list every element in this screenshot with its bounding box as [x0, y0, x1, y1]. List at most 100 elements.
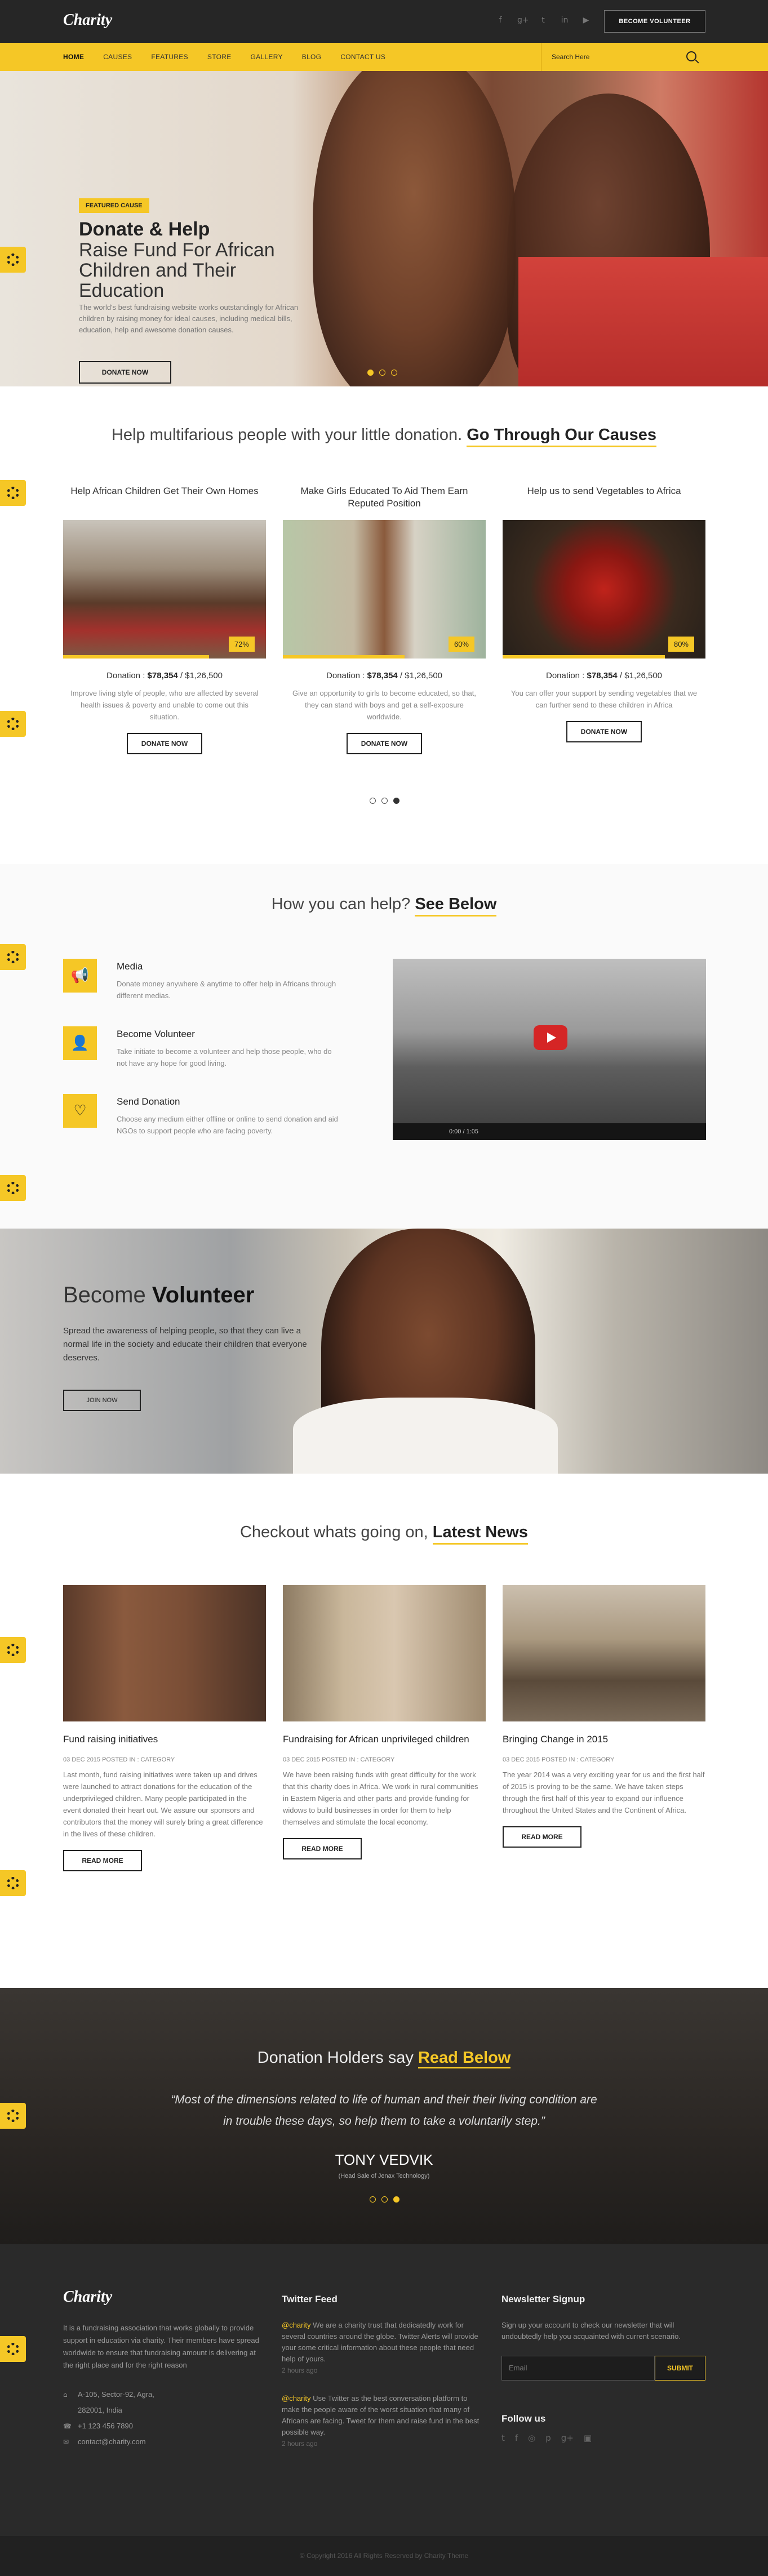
- twitter-icon[interactable]: t: [539, 16, 548, 25]
- cause-percent-badge: 80%: [668, 637, 694, 652]
- dribbble-icon[interactable]: ◎: [528, 2433, 535, 2443]
- volunteer-text: Spread the awareness of helping people, …: [63, 1326, 307, 1363]
- donation-label: Donation :: [545, 671, 587, 680]
- cause-donation: Donation : $78,354 / $1,26,500: [503, 671, 705, 680]
- help-item-title[interactable]: Become Volunteer: [117, 1029, 195, 1040]
- read-more-button[interactable]: READ MORE: [503, 1826, 581, 1848]
- read-more-button[interactable]: READ MORE: [63, 1850, 142, 1871]
- email-text[interactable]: contact@charity.com: [78, 2437, 146, 2446]
- help-item-title[interactable]: Send Donation: [117, 1096, 180, 1107]
- nav-causes[interactable]: CAUSES: [103, 53, 132, 61]
- heading-plain: Checkout whats going on,: [239, 1523, 433, 1541]
- settings-gear-icon[interactable]: [0, 944, 26, 970]
- news-meta: 03 DEC 2015 POSTED IN : CATEGORY: [283, 1756, 395, 1763]
- news-image[interactable]: [283, 1585, 486, 1721]
- search-icon[interactable]: [686, 51, 696, 61]
- linkedin-icon[interactable]: in: [560, 16, 569, 25]
- news-meta: 03 DEC 2015 POSTED IN : CATEGORY: [63, 1756, 175, 1763]
- settings-gear-icon[interactable]: [0, 1870, 26, 1896]
- cause-donate-button[interactable]: DONATE NOW: [347, 733, 422, 754]
- search-input[interactable]: Search Here: [541, 43, 705, 71]
- footer-logo[interactable]: Charity: [63, 2288, 112, 2306]
- facebook-icon[interactable]: f: [496, 16, 505, 25]
- tweet-handle[interactable]: @charity: [282, 2394, 311, 2403]
- nav-gallery[interactable]: GALLERY: [251, 53, 283, 61]
- newsletter-email-input[interactable]: Email: [501, 2356, 655, 2381]
- join-now-button[interactable]: JOIN NOW: [63, 1390, 141, 1411]
- testimonials-heading: Donation Holders say Read Below: [0, 2049, 768, 2068]
- news-text: Last month, fund raising initiatives wer…: [63, 1770, 263, 1838]
- help-section: How you can help? See Below 📢 Media Dona…: [0, 864, 768, 1229]
- cause-image[interactable]: 60%: [283, 520, 486, 659]
- nav-contact-us[interactable]: CONTACT US: [340, 53, 385, 61]
- donation-goal: / $1,26,500: [177, 671, 223, 680]
- video-controls[interactable]: 0:00 / 1:05: [393, 1123, 706, 1140]
- twitter-icon[interactable]: t: [501, 2433, 505, 2443]
- slider-dot[interactable]: [381, 2196, 388, 2203]
- cause-title[interactable]: Make Girls Educated To Aid Them Earn Rep…: [283, 485, 486, 510]
- google-plus-icon[interactable]: g+: [517, 16, 529, 25]
- footer-phone: ☎ +1 123 456 7890: [63, 2418, 176, 2434]
- slider-dot[interactable]: [370, 798, 376, 804]
- slider-dot[interactable]: [391, 370, 397, 376]
- hero-image-child-left: [313, 71, 516, 386]
- settings-gear-icon[interactable]: [0, 2103, 26, 2129]
- settings-gear-icon[interactable]: [0, 2336, 26, 2362]
- settings-gear-icon[interactable]: [0, 247, 26, 273]
- help-item-title[interactable]: Media: [117, 961, 143, 972]
- nav-home[interactable]: HOME: [63, 53, 84, 61]
- cause-percent-badge: 60%: [448, 637, 474, 652]
- hero-description: The world's best fundraising website wor…: [79, 303, 299, 334]
- cause-donate-button[interactable]: DONATE NOW: [127, 733, 202, 754]
- search-placeholder: Search Here: [552, 53, 590, 61]
- nav-store[interactable]: STORE: [207, 53, 232, 61]
- pinterest-icon[interactable]: p: [545, 2433, 551, 2443]
- cause-image[interactable]: 72%: [63, 520, 266, 659]
- nav-features[interactable]: FEATURES: [151, 53, 188, 61]
- news-heading: Checkout whats going on, Latest News: [0, 1523, 768, 1545]
- read-more-button[interactable]: READ MORE: [283, 1838, 362, 1859]
- phone-icon: ☎: [63, 2422, 72, 2430]
- hero-donate-button[interactable]: DONATE NOW: [79, 361, 171, 384]
- settings-gear-icon[interactable]: [0, 711, 26, 737]
- nav-blog[interactable]: BLOG: [302, 53, 322, 61]
- news-card: Fundraising for African unprivileged chi…: [283, 1585, 486, 1859]
- slider-dot[interactable]: [370, 2196, 376, 2203]
- news-card: Fund raising initiatives 03 DEC 2015 POS…: [63, 1585, 266, 1871]
- cause-image[interactable]: 80%: [503, 520, 705, 659]
- donation-label: Donation :: [326, 671, 367, 680]
- play-icon[interactable]: [534, 1025, 567, 1050]
- slider-dot[interactable]: [367, 370, 374, 376]
- slider-dot[interactable]: [381, 798, 388, 804]
- news-title[interactable]: Fundraising for African unprivileged chi…: [283, 1734, 486, 1745]
- google-plus-icon[interactable]: g+: [561, 2433, 574, 2443]
- slider-dot[interactable]: [379, 370, 385, 376]
- instagram-icon[interactable]: ▣: [584, 2433, 592, 2443]
- tweet-handle[interactable]: @charity: [282, 2321, 311, 2329]
- cause-donate-button[interactable]: DONATE NOW: [566, 721, 642, 742]
- video-player[interactable]: 0:00 / 1:05: [393, 959, 706, 1140]
- become-volunteer-button[interactable]: BECOME VOLUNTEER: [604, 10, 705, 33]
- news-title[interactable]: Bringing Change in 2015: [503, 1734, 705, 1745]
- news-image[interactable]: [63, 1585, 266, 1721]
- volunteer-heading: Become Volunteer: [63, 1283, 254, 1308]
- newsletter-submit-button[interactable]: SUBMIT: [655, 2356, 705, 2381]
- donation-raised: $78,354: [587, 671, 618, 680]
- news-image[interactable]: [503, 1585, 705, 1721]
- slider-dot[interactable]: [393, 2196, 399, 2203]
- footer-contact: ⌂ A-105, Sector-92, Agra, 282001, India ☎…: [63, 2387, 176, 2450]
- cause-title[interactable]: Help us to send Vegetables to Africa: [503, 485, 705, 510]
- cause-title[interactable]: Help African Children Get Their Own Home…: [63, 485, 266, 510]
- facebook-icon[interactable]: f: [515, 2433, 518, 2443]
- settings-gear-icon[interactable]: [0, 1175, 26, 1201]
- logo[interactable]: Charity: [63, 11, 112, 29]
- settings-gear-icon[interactable]: [0, 480, 26, 506]
- slider-dot[interactable]: [393, 798, 399, 804]
- youtube-icon[interactable]: ▶: [581, 16, 591, 25]
- settings-gear-icon[interactable]: [0, 1637, 26, 1663]
- news-title[interactable]: Fund raising initiatives: [63, 1734, 266, 1745]
- follow-icons: t f ◎ p g+ ▣: [501, 2433, 592, 2443]
- phone-text[interactable]: +1 123 456 7890: [78, 2422, 133, 2430]
- footer-address: ⌂ A-105, Sector-92, Agra, 282001, India: [63, 2387, 176, 2418]
- news-section: Checkout whats going on, Latest News Fun…: [0, 1474, 768, 1988]
